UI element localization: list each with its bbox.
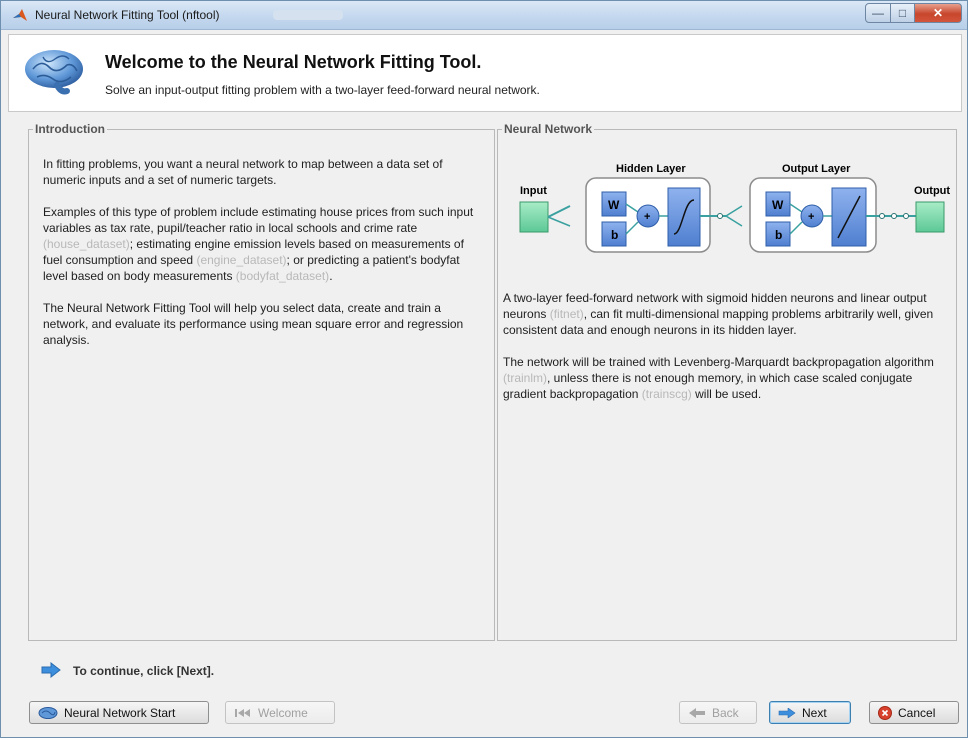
right-arrow-icon xyxy=(41,662,61,678)
hidden-weight-label: W xyxy=(608,198,620,212)
window-title: Neural Network Fitting Tool (nftool) xyxy=(35,8,220,22)
welcome-button[interactable]: Welcome xyxy=(225,701,335,724)
bodyfat-dataset-link[interactable]: (bodyfat_dataset) xyxy=(236,269,329,283)
output-weight-label: W xyxy=(772,198,784,212)
output-sum-label: + xyxy=(808,211,814,223)
trainscg-link[interactable]: (trainscg) xyxy=(642,387,692,401)
house-dataset-link[interactable]: (house_dataset) xyxy=(43,237,130,251)
continue-text: To continue, click [Next]. xyxy=(73,664,215,678)
minimize-button[interactable]: — xyxy=(865,3,891,23)
input-node xyxy=(519,201,549,233)
next-button[interactable]: Next xyxy=(769,701,851,724)
cancel-label: Cancel xyxy=(898,705,936,720)
brain-icon xyxy=(25,50,83,95)
nn-start-button[interactable]: Neural Network Start xyxy=(29,701,209,724)
output-layer-label: Output Layer xyxy=(782,163,851,175)
back-label: Back xyxy=(712,705,739,720)
intro-text-segment: Examples of this type of problem include… xyxy=(43,205,474,235)
brain-icon xyxy=(38,706,58,719)
next-label: Next xyxy=(802,705,827,720)
nn-text-segment: will be used. xyxy=(691,387,762,401)
matlab-icon xyxy=(13,9,27,21)
title-extra xyxy=(273,10,343,20)
nn-paragraph-1: A two-layer feed-forward network with si… xyxy=(503,290,948,338)
engine-dataset-link[interactable]: (engine_dataset) xyxy=(196,253,286,267)
introduction-legend: Introduction xyxy=(33,122,107,136)
intro-paragraph-1: In fitting problems, you want a neural n… xyxy=(43,157,443,187)
nn-start-label: Neural Network Start xyxy=(64,705,176,720)
page-title: Welcome to the Neural Network Fitting To… xyxy=(105,52,482,72)
welcome-label: Welcome xyxy=(258,705,308,720)
hidden-bias-label: b xyxy=(611,228,618,242)
close-button[interactable]: ✕ xyxy=(914,3,962,23)
app-window: Neural Network Fitting Tool (nftool) — □… xyxy=(0,0,968,738)
introduction-panel: Introduction In fitting problems, you wa… xyxy=(28,122,495,641)
introduction-text: In fitting problems, you want a neural n… xyxy=(43,156,483,364)
output-bias-label: b xyxy=(775,228,782,242)
output-node xyxy=(915,201,945,233)
hidden-layer-label: Hidden Layer xyxy=(616,163,686,175)
page-subtitle: Solve an input-output fitting problem wi… xyxy=(105,83,540,97)
first-page-icon xyxy=(235,708,250,717)
title-bar[interactable]: Neural Network Fitting Tool (nftool) — □… xyxy=(1,1,967,30)
maximize-button[interactable]: □ xyxy=(890,3,915,23)
neural-network-panel: Neural Network Input Hidden Layer Output… xyxy=(497,122,957,641)
neural-network-text: A two-layer feed-forward network with si… xyxy=(503,290,948,418)
nn-text-segment: The network will be trained with Levenbe… xyxy=(503,355,934,369)
cancel-icon xyxy=(878,705,892,720)
intro-text-segment: . xyxy=(329,269,333,283)
right-arrow-icon xyxy=(778,707,796,718)
intro-paragraph-3: The Neural Network Fitting Tool will hel… xyxy=(43,301,464,347)
trainlm-link[interactable]: (trainlm) xyxy=(503,371,547,385)
fitnet-link[interactable]: (fitnet) xyxy=(550,307,584,321)
header-banner: Welcome to the Neural Network Fitting To… xyxy=(8,34,962,112)
left-arrow-icon xyxy=(689,707,705,718)
output-label: Output xyxy=(914,185,950,197)
nn-paragraph-2: The network will be trained with Levenbe… xyxy=(503,354,948,402)
network-diagram: Input Hidden Layer Output Layer Output W… xyxy=(519,163,950,253)
hidden-sum-label: + xyxy=(644,211,650,223)
back-button[interactable]: Back xyxy=(679,701,757,724)
intro-paragraph-2: Examples of this type of problem include… xyxy=(43,204,483,284)
cancel-button[interactable]: Cancel xyxy=(869,701,959,724)
neural-network-legend: Neural Network xyxy=(502,122,595,136)
input-label: Input xyxy=(520,185,547,197)
